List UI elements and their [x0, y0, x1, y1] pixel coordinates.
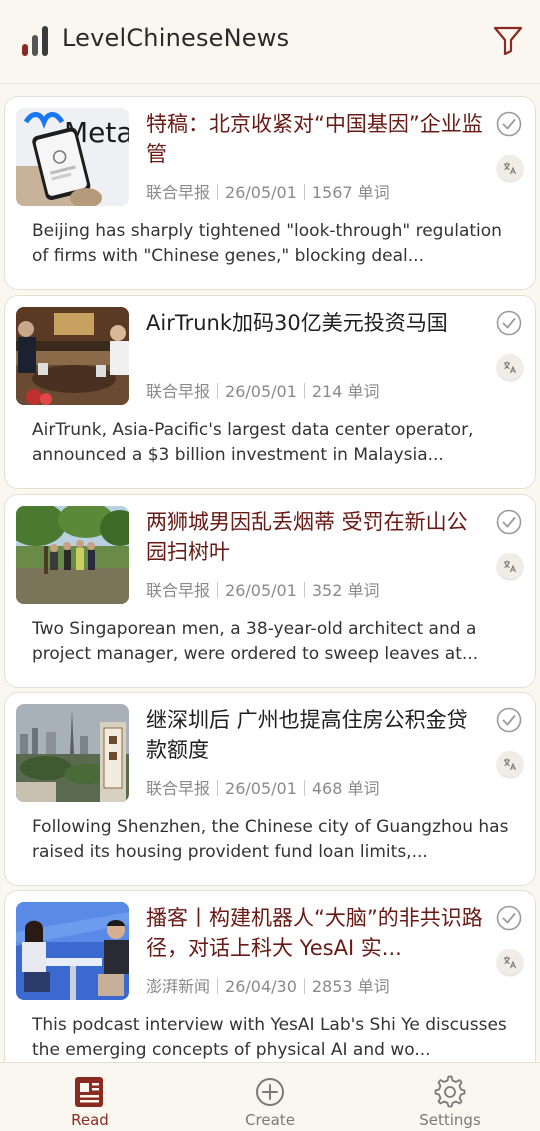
article-meta: 联合早报 26/05/01 214 单词 [146, 378, 380, 402]
article-thumbnail: Meta [16, 108, 129, 206]
article-title[interactable]: 继深圳后 广州也提高住房公积金贷款额度 [146, 705, 486, 765]
article-feed[interactable]: Meta 特稿：北京收紧对“中国基因”企业监管 联合早报 26/05/01 1567… [0, 84, 540, 1062]
article-card[interactable]: AirTrunk加码30亿美元投资马国 联合早报 26/05/01 214 单词 A… [4, 295, 536, 489]
filter-icon [493, 26, 523, 56]
article-card[interactable]: 继深圳后 广州也提高住房公积金贷款额度 联合早报 26/05/01 468 单词 F… [4, 692, 536, 886]
mark-read-button[interactable] [496, 509, 522, 535]
article-date: 26/05/01 [225, 779, 297, 798]
article-thumbnail [16, 506, 129, 604]
article-thumbnail [16, 902, 129, 1000]
check-circle-icon [496, 111, 522, 137]
article-meta: 联合早报 26/05/01 352 单词 [146, 577, 380, 601]
article-summary: Beijing has sharply tightened "look-thro… [32, 221, 502, 266]
article-date: 26/05/01 [225, 183, 297, 202]
park-photo-icon [16, 506, 129, 604]
article-card[interactable]: 两狮城男因乱丢烟蒂 受罚在新山公园扫树叶 联合早报 26/05/01 352 单词 … [4, 494, 536, 688]
meeting-photo-icon [16, 307, 129, 405]
add-circle-icon [256, 1078, 284, 1106]
article-summary: AirTrunk, Asia-Pacific's largest data ce… [32, 420, 474, 465]
nav-label-create: Create [245, 1111, 295, 1129]
article-source: 澎湃新闻 [146, 977, 211, 996]
bar-chart-logo-icon [22, 26, 48, 56]
studio-photo-icon [16, 902, 129, 1000]
article-card[interactable]: 播客丨构建机器人“大脑”的非共识路径，对话上科大 YesAI 实... 澎湃新闻… [4, 890, 536, 1062]
filter-button[interactable] [490, 22, 526, 58]
article-word-count: 1567 单词 [311, 183, 390, 202]
article-meta: 澎湃新闻 26/04/30 2853 单词 [146, 973, 390, 997]
app-title: LevelChineseNews [62, 24, 290, 52]
check-circle-icon [496, 310, 522, 336]
article-word-count: 2853 单词 [311, 977, 390, 996]
translate-button[interactable] [497, 155, 523, 181]
article-date: 26/04/30 [225, 977, 297, 996]
check-circle-icon [496, 905, 522, 931]
article-title[interactable]: AirTrunk加码30亿美元投资马国 [146, 308, 486, 338]
translate-icon [504, 758, 517, 771]
article-source: 联合早报 [146, 581, 211, 600]
mark-read-button[interactable] [496, 707, 522, 733]
city-photo-icon [16, 704, 129, 802]
translate-icon [504, 162, 517, 175]
translate-icon [504, 956, 517, 969]
nav-label-settings: Settings [419, 1111, 481, 1129]
article-title[interactable]: 两狮城男因乱丢烟蒂 受罚在新山公园扫树叶 [146, 507, 486, 567]
article-thumbnail [16, 704, 129, 802]
article-date: 26/05/01 [225, 382, 297, 401]
article-date: 26/05/01 [225, 581, 297, 600]
translate-button[interactable] [497, 354, 523, 380]
article-word-count: 468 单词 [311, 779, 380, 798]
app-header: LevelChineseNews [0, 0, 540, 84]
article-source: 联合早报 [146, 183, 211, 202]
article-title[interactable]: 播客丨构建机器人“大脑”的非共识路径，对话上科大 YesAI 实... [146, 903, 486, 963]
check-circle-icon [496, 707, 522, 733]
translate-button[interactable] [497, 949, 523, 975]
translate-button[interactable] [497, 751, 523, 777]
mark-read-button[interactable] [496, 310, 522, 336]
translate-button[interactable] [497, 553, 523, 579]
bottom-navigation: Read Create Settings [0, 1062, 540, 1131]
article-meta: 联合早报 26/05/01 468 单词 [146, 775, 380, 799]
gear-icon [434, 1075, 466, 1108]
article-source: 联合早报 [146, 779, 211, 798]
article-summary: Following Shenzhen, the Chinese city of … [32, 817, 509, 862]
nav-tab-settings[interactable]: Settings [390, 1063, 510, 1131]
article-title[interactable]: 特稿：北京收紧对“中国基因”企业监管 [146, 109, 486, 169]
article-meta: 联合早报 26/05/01 1567 单词 [146, 179, 390, 203]
translate-icon [504, 361, 517, 374]
translate-icon [504, 560, 517, 573]
article-thumbnail [16, 307, 129, 405]
article-summary: This podcast interview with YesAI Lab's … [32, 1015, 507, 1060]
mark-read-button[interactable] [496, 905, 522, 931]
article-card[interactable]: Meta 特稿：北京收紧对“中国基因”企业监管 联合早报 26/05/01 1567… [4, 96, 536, 290]
newspaper-icon [75, 1077, 103, 1107]
mark-read-button[interactable] [496, 111, 522, 137]
check-circle-icon [496, 509, 522, 535]
article-summary: Two Singaporean men, a 38-year-old archi… [32, 619, 479, 664]
article-source: 联合早报 [146, 382, 211, 401]
article-word-count: 214 单词 [311, 382, 380, 401]
meta-phone-photo-icon: Meta [16, 108, 129, 206]
nav-tab-read[interactable]: Read [30, 1063, 150, 1131]
nav-label-read: Read [71, 1111, 109, 1129]
nav-tab-create[interactable]: Create [210, 1063, 330, 1131]
article-word-count: 352 单词 [311, 581, 380, 600]
